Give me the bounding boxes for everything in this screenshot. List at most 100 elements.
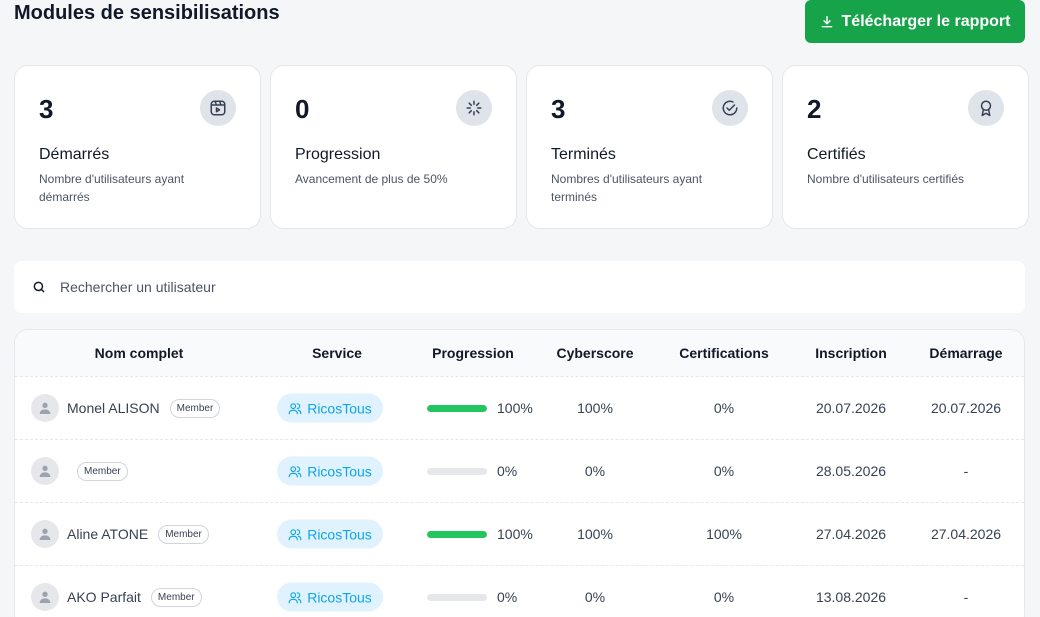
inscription-date: 28.05.2026 [815, 463, 887, 479]
column-header-start[interactable]: Démarrage [929, 345, 1002, 361]
search-icon [33, 281, 45, 293]
start-date: 27.04.2026 [930, 526, 1002, 542]
service-badge: RicosTous [277, 456, 383, 486]
progress-bar [427, 404, 487, 412]
stat-description: Avancement de plus de 50% [295, 172, 448, 186]
user-icon [39, 402, 51, 414]
progress-value: 0% [497, 463, 518, 479]
search-bar [14, 261, 1025, 313]
column-header-name[interactable]: Nom complet [95, 345, 184, 361]
page-title: Modules de sensibilisations [14, 2, 280, 24]
progress-value: 100% [497, 400, 533, 416]
users-icon [288, 402, 302, 414]
user-icon [39, 528, 51, 540]
progress-bar [427, 530, 487, 538]
user-name: Aline ATONE [67, 526, 149, 542]
avatar [31, 583, 59, 611]
start-date: - [963, 589, 969, 605]
progress-bar-fill [427, 530, 487, 538]
users-table: Nom complet Service Progression Cybersco… [14, 329, 1025, 617]
service-label: RicosTous [307, 400, 372, 416]
stat-card-certified: 2 Certifiés Nombre d'utilisateurs certif… [782, 65, 1029, 229]
table-row[interactable]: Aline ATONE Member RicosTous 100% 100% 1… [15, 502, 1024, 565]
stat-title: Progression [295, 146, 381, 163]
progress-bar [427, 467, 487, 475]
table-row[interactable]: AKO Parfait Member RicosTous 0% 0% 0% 13… [15, 565, 1024, 617]
column-header-cyberscore[interactable]: Cyberscore [556, 345, 633, 361]
table-row[interactable]: Member RicosTous 0% 0% 0% 28.05.2026 - [15, 439, 1024, 502]
stat-value: 3 [551, 94, 566, 124]
user-icon [39, 465, 51, 477]
user-cell: AKO Parfait Member [31, 583, 202, 611]
stat-title: Certifiés [807, 146, 866, 163]
stat-description: Nombre d'utilisateurs certifiés [807, 172, 965, 186]
stat-description: Nombre d'utilisateurs ayant démarrés [39, 172, 185, 204]
download-report-button[interactable]: Télécharger le rapport [805, 0, 1025, 43]
stat-card-progression: 0 Progression Avancement de plus de 50% [270, 65, 517, 229]
cyberscore-value: 100% [577, 400, 613, 416]
service-label: RicosTous [307, 463, 372, 479]
users-icon [288, 465, 302, 477]
search-input[interactable] [60, 279, 960, 295]
progress-value: 100% [497, 526, 533, 542]
user-icon [39, 591, 51, 603]
inscription-date: 27.04.2026 [815, 526, 887, 542]
avatar [31, 394, 59, 422]
progress-cell: 100% [427, 526, 533, 542]
role-badge: Member [158, 524, 209, 544]
table-row[interactable]: Monel ALISON Member RicosTous 100% 100% … [15, 376, 1024, 439]
service-label: RicosTous [307, 526, 372, 542]
stat-card-started: 3 Démarrés Nombre d'utilisateurs ayant d… [14, 65, 261, 229]
certifications-value: 100% [706, 526, 742, 542]
users-icon [288, 528, 302, 540]
user-name: AKO Parfait [67, 589, 141, 605]
stat-title: Démarrés [39, 146, 110, 163]
download-icon [821, 15, 832, 27]
stat-value: 0 [295, 94, 310, 124]
check-circle-icon [712, 90, 748, 126]
progress-bar [427, 593, 487, 601]
award-icon [968, 90, 1004, 126]
stat-value: 3 [39, 94, 54, 124]
stat-title: Terminés [551, 146, 616, 163]
column-header-progression[interactable]: Progression [432, 345, 514, 361]
inscription-date: 13.08.2026 [815, 589, 887, 605]
column-header-certifications[interactable]: Certifications [679, 345, 768, 361]
avatar [31, 520, 59, 548]
service-label: RicosTous [307, 589, 372, 605]
user-cell: Monel ALISON Member [31, 394, 221, 422]
start-date: - [963, 463, 969, 479]
stat-card-finished: 3 Terminés Nombres d'utilisateurs ayant … [526, 65, 773, 229]
progress-cell: 100% [427, 400, 533, 416]
avatar [31, 457, 59, 485]
users-icon [288, 591, 302, 603]
cyberscore-value: 0% [584, 589, 606, 605]
loader-icon [456, 90, 492, 126]
inscription-date: 20.07.2026 [815, 400, 887, 416]
download-report-label: Télécharger le rapport [841, 12, 1011, 30]
progress-cell: 0% [427, 463, 517, 479]
progress-bar-fill [427, 404, 487, 412]
progress-cell: 0% [427, 589, 517, 605]
role-badge: Member [77, 461, 128, 481]
user-cell: Aline ATONE Member [31, 520, 209, 548]
service-badge: RicosTous [277, 519, 383, 549]
stat-value: 2 [807, 94, 822, 124]
user-cell: Member [31, 457, 128, 485]
certifications-value: 0% [713, 400, 735, 416]
stats-cards: 3 Démarrés Nombre d'utilisateurs ayant d… [14, 65, 1029, 229]
progress-value: 0% [497, 589, 518, 605]
stat-description: Nombres d'utilisateurs ayant terminés [551, 172, 703, 204]
certifications-value: 0% [713, 463, 735, 479]
certifications-value: 0% [713, 589, 735, 605]
start-date: 20.07.2026 [930, 400, 1002, 416]
video-icon [200, 90, 236, 126]
column-header-inscription[interactable]: Inscription [815, 345, 887, 361]
table-header: Nom complet Service Progression Cybersco… [15, 330, 1024, 376]
column-header-service[interactable]: Service [312, 345, 362, 361]
role-badge: Member [169, 398, 221, 418]
service-badge: RicosTous [277, 582, 383, 612]
cyberscore-value: 100% [577, 526, 613, 542]
user-name: Monel ALISON [67, 400, 160, 416]
cyberscore-value: 0% [584, 463, 606, 479]
